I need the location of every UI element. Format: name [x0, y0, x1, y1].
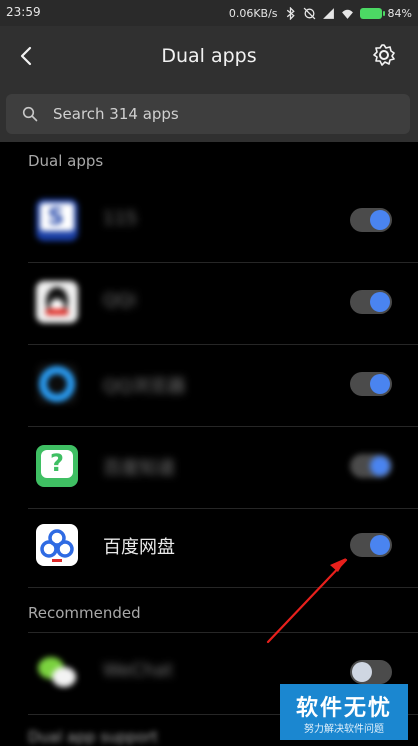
status-bar: 23:59 0.06KB/s 84% — [0, 0, 418, 26]
dual-app-toggle[interactable] — [350, 372, 392, 396]
section-header-dual-apps: Dual apps — [28, 152, 104, 170]
app-label: WeChat — [103, 660, 173, 681]
wechat-icon — [36, 651, 78, 693]
baidu-netdisk-icon — [36, 524, 78, 566]
app-label: QQ浏览器 — [103, 376, 186, 397]
page-title: Dual apps — [161, 45, 257, 67]
alarm-off-icon — [303, 7, 315, 19]
app-label: QQi — [103, 290, 137, 311]
gear-icon[interactable] — [372, 43, 396, 67]
section-header-recommended: Recommended — [28, 604, 141, 622]
wifi-icon — [341, 9, 353, 19]
watermark-subtitle: 努力解决软件问题 — [304, 724, 384, 735]
battery-icon — [359, 7, 385, 19]
divider — [28, 587, 418, 588]
app-label: 115 — [103, 208, 138, 229]
app-row-qq-browser[interactable]: QQ浏览器 — [0, 344, 418, 426]
dual-app-toggle[interactable] — [350, 454, 392, 478]
app-row-115[interactable]: S 115 — [0, 180, 418, 262]
status-time: 23:59 — [6, 5, 41, 19]
section-header-dual-app-support: Dual app support — [28, 728, 158, 746]
baidu-zhidao-icon: ? — [36, 445, 78, 487]
battery-percent: 84% — [387, 6, 412, 20]
search-bar-container: Search 314 apps — [0, 86, 418, 142]
app-label: 百度知道 — [103, 458, 175, 479]
status-icons: 0.06KB/s 84% — [229, 4, 412, 22]
network-speed: 0.06KB/s — [228, 6, 278, 20]
cellular-signal-icon — [322, 7, 334, 19]
qq-penguin-icon — [36, 281, 78, 323]
qq-browser-icon — [36, 363, 78, 405]
app-115-icon: S — [36, 199, 78, 241]
search-icon — [22, 106, 38, 122]
watermark-title: 软件无忧 — [295, 696, 392, 721]
search-input[interactable]: Search 314 apps — [6, 94, 410, 134]
app-row-baidu-zhidao[interactable]: ? 百度知道 — [0, 426, 418, 508]
dual-app-toggle[interactable] — [350, 660, 392, 684]
annotation-arrow — [266, 558, 348, 644]
bluetooth-icon — [286, 6, 295, 20]
app-header: Dual apps — [0, 26, 418, 86]
search-placeholder: Search 314 apps — [53, 105, 179, 123]
dual-app-toggle[interactable] — [350, 290, 392, 314]
dual-app-toggle[interactable] — [350, 208, 392, 232]
app-row-qq[interactable]: QQi — [0, 262, 418, 344]
watermark-logo: 软件无忧 努力解决软件问题 — [280, 684, 408, 740]
app-label: 百度网盘 — [103, 537, 175, 558]
